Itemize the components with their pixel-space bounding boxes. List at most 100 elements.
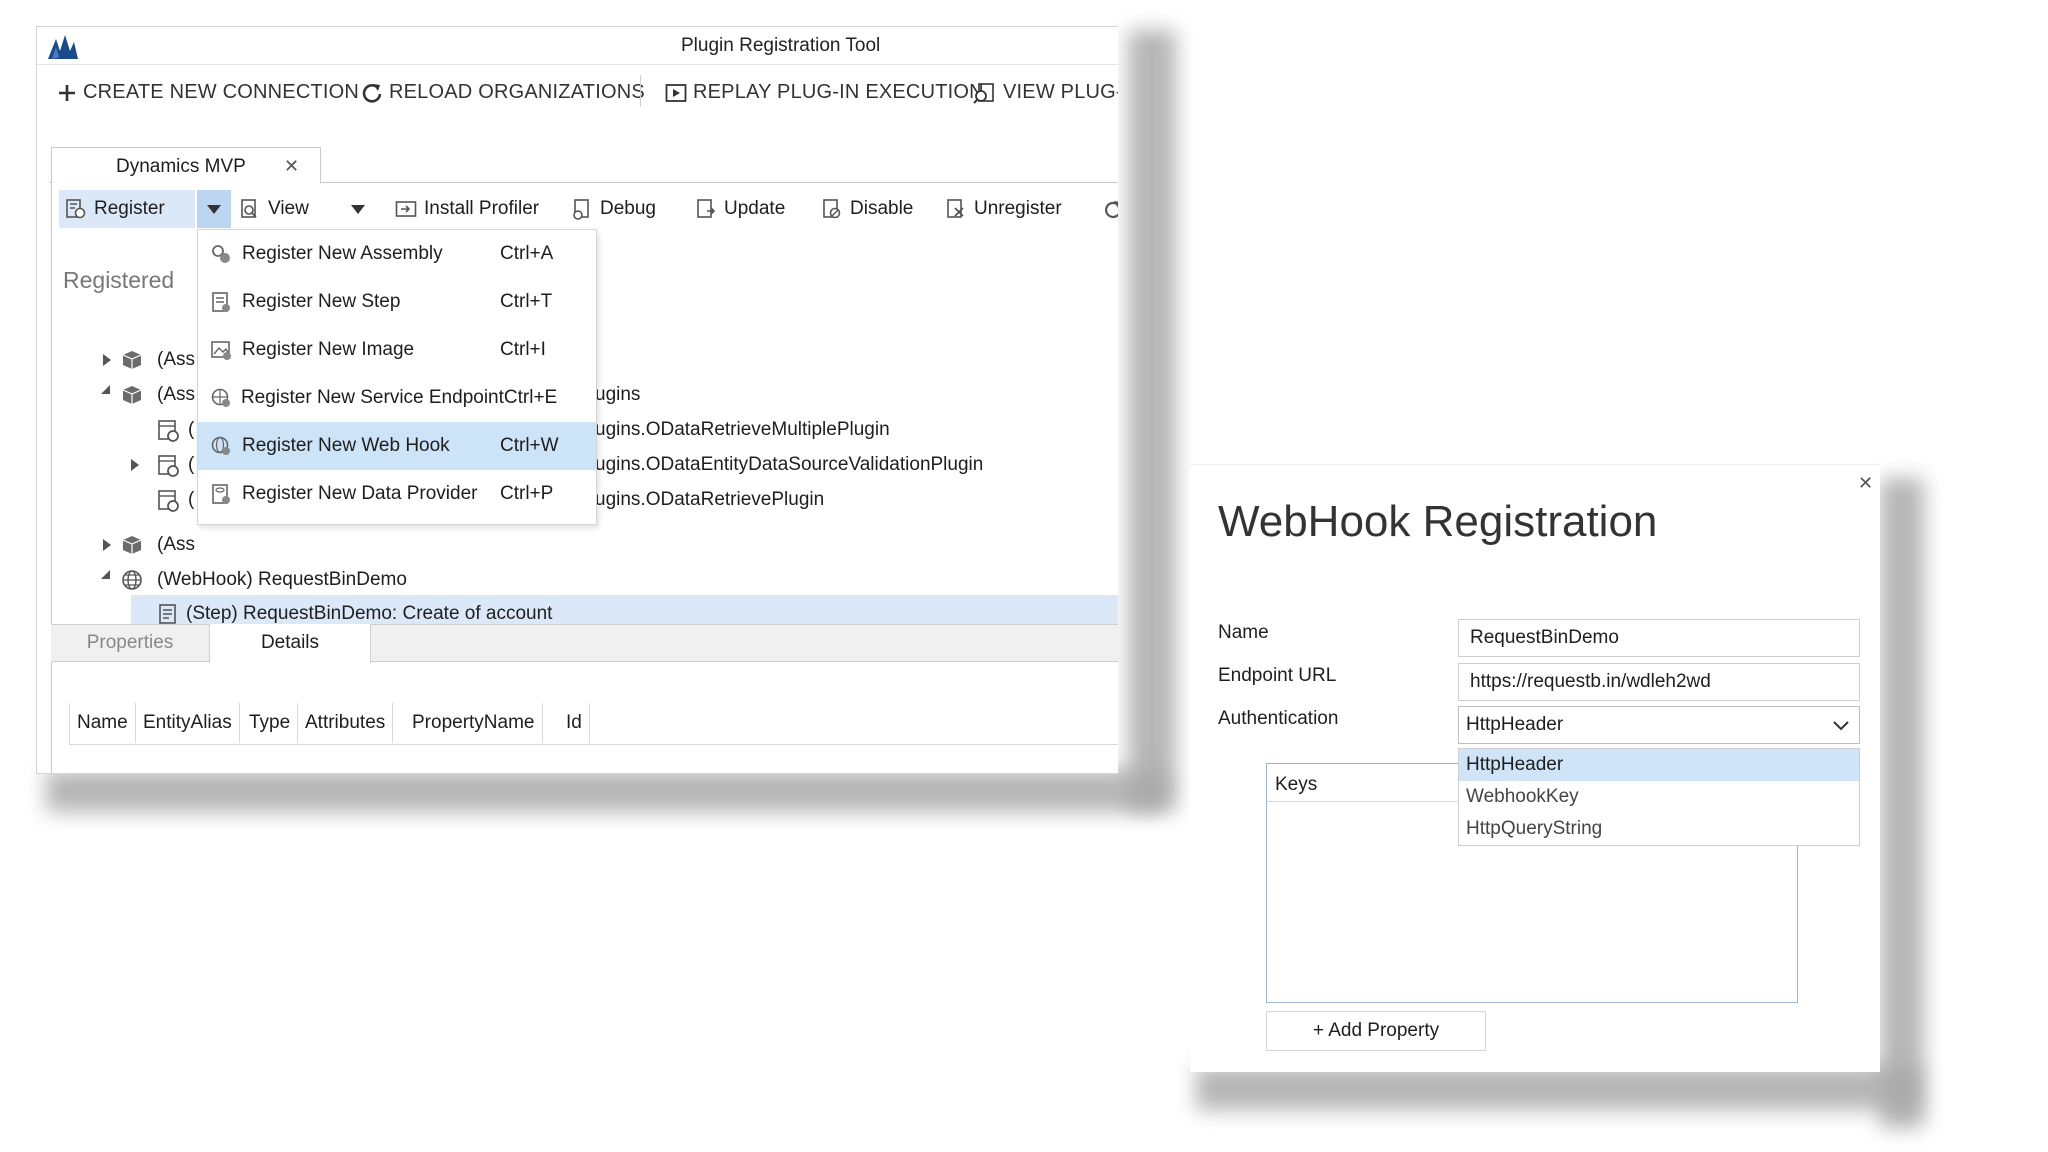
title-bar: Plugin Registration Tool (37, 27, 1118, 65)
step-icon (210, 291, 236, 313)
plugin-type-icon (157, 419, 181, 443)
tree-row-plugin-3-prefix[interactable]: ( (188, 489, 194, 511)
menu-register-new-step[interactable]: Register New Step Ctrl+T (198, 278, 596, 326)
install-profiler-button[interactable]: Install Profiler (395, 198, 539, 220)
authentication-label: Authentication (1218, 708, 1339, 729)
auth-option-webhookkey[interactable]: WebhookKey (1459, 781, 1859, 813)
collapse-arrow-icon[interactable] (101, 385, 110, 394)
add-property-button[interactable]: + Add Property (1266, 1011, 1486, 1051)
data-provider-icon (210, 483, 236, 505)
unregister-icon (945, 198, 967, 220)
window-title: Plugin Registration Tool (681, 35, 881, 56)
register-icon (65, 198, 87, 220)
dynamics-logo-icon (47, 33, 79, 61)
plugin-type-icon (157, 489, 181, 513)
view-dropdown-chevron-icon[interactable] (351, 205, 365, 214)
dialog-close-icon[interactable]: ✕ (1858, 473, 1873, 494)
update-icon (695, 198, 717, 220)
view-profile-icon (973, 82, 997, 104)
sub-toolbar: Register View Install Profiler Debug Upd… (51, 187, 1118, 231)
tree-row-plugin-2-prefix[interactable]: ( (188, 454, 194, 476)
tree-row-assembly-2-suffix: ugins (595, 384, 641, 405)
plus-icon (57, 83, 77, 103)
org-tab-label: Dynamics MVP (116, 156, 246, 177)
chevron-down-icon (1833, 721, 1849, 731)
install-profiler-icon (395, 199, 417, 219)
menu-register-new-web-hook[interactable]: Register New Web Hook Ctrl+W (198, 422, 596, 470)
step-icon (157, 603, 179, 625)
tree-row-plugin-1-prefix[interactable]: ( (188, 419, 194, 441)
service-endpoint-icon (210, 387, 235, 409)
column-header[interactable]: PropertyName (405, 703, 543, 743)
menu-register-new-data-provider[interactable]: Register New Data Provider Ctrl+P (198, 470, 596, 518)
refresh-tree-icon[interactable] (1103, 200, 1118, 220)
menu-register-new-assembly[interactable]: Register New Assembly Ctrl+A (198, 230, 596, 278)
expand-arrow-icon[interactable] (131, 459, 139, 471)
column-header[interactable]: Id (559, 703, 590, 743)
auth-option-httpheader[interactable]: HttpHeader (1459, 749, 1859, 781)
refresh-icon (361, 82, 383, 104)
unregister-button[interactable]: Unregister (945, 198, 1062, 220)
disable-button[interactable]: Disable (821, 198, 913, 220)
disable-icon (821, 198, 843, 220)
register-dropdown-toggle[interactable] (197, 190, 231, 228)
assembly-icon (210, 243, 236, 265)
expand-arrow-icon[interactable] (103, 354, 111, 366)
view-plugin-profile-button[interactable]: VIEW PLUG-I (973, 81, 1118, 104)
authentication-dropdown-list: HttpHeader WebhookKey HttpQueryString (1458, 748, 1860, 846)
webhook-registration-dialog: ✕ WebHook Registration Name RequestBinDe… (1190, 464, 1880, 1072)
main-toolbar: CREATE NEW CONNECTION RELOAD ORGANIZATIO… (37, 65, 1118, 121)
tree-row-webhook[interactable]: (WebHook) RequestBinDemo (157, 569, 407, 591)
view-icon (239, 198, 261, 220)
replay-plugin-execution-button[interactable]: REPLAY PLUG-IN EXECUTION (665, 81, 984, 104)
tree-row-step-label: (Step) RequestBinDemo: Create of account (186, 603, 553, 624)
details-grid-header: Name EntityAlias Type Attributes Propert… (69, 703, 1118, 745)
tree-row-plugin-3-suffix: ugins.ODataRetrievePlugin (595, 489, 825, 510)
image-icon (210, 339, 236, 361)
expand-arrow-icon[interactable] (103, 539, 111, 551)
tree-row-assembly-1[interactable]: (Ass (157, 349, 195, 371)
assembly-icon (121, 534, 143, 556)
name-label: Name (1218, 622, 1269, 643)
org-tab[interactable]: Dynamics MVP ✕ (51, 147, 321, 184)
dialog-title: WebHook Registration (1218, 497, 1658, 546)
plugin-type-icon (157, 454, 181, 478)
authentication-select[interactable]: HttpHeader (1458, 706, 1860, 744)
register-button-label-group: Register (65, 198, 165, 220)
assembly-icon (121, 349, 143, 371)
column-header[interactable]: Type (242, 703, 299, 743)
keys-column-header[interactable]: Keys (1275, 774, 1317, 796)
collapse-arrow-icon[interactable] (101, 570, 110, 579)
update-button[interactable]: Update (695, 198, 785, 220)
view-button[interactable]: View (239, 198, 309, 220)
endpoint-url-field[interactable]: https://requestb.in/wdleh2wd (1458, 663, 1860, 701)
register-dropdown-menu: Register New Assembly Ctrl+A Register Ne… (197, 229, 597, 525)
column-header[interactable]: Name (70, 703, 136, 743)
plugin-registration-window: Plugin Registration Tool CREATE NEW CONN… (36, 26, 1118, 774)
debug-button[interactable]: Debug (571, 198, 656, 220)
toolbar-divider (640, 75, 641, 107)
create-new-connection-button[interactable]: CREATE NEW CONNECTION (57, 81, 359, 104)
chevron-down-icon (207, 205, 221, 214)
assembly-icon (121, 384, 143, 406)
reload-organizations-button[interactable]: RELOAD ORGANIZATIONS (361, 81, 645, 104)
tree-row-assembly-2[interactable]: (Ass (157, 384, 195, 406)
tree-row-assembly-3[interactable]: (Ass (157, 534, 195, 556)
web-hook-icon (210, 435, 236, 457)
org-tab-close-icon[interactable]: ✕ (284, 156, 299, 177)
globe-icon (121, 569, 143, 591)
menu-register-new-image[interactable]: Register New Image Ctrl+I (198, 326, 596, 374)
endpoint-url-label: Endpoint URL (1218, 665, 1337, 686)
tree-row-plugin-2-suffix: ugins.ODataEntityDataSourceValidationPlu… (595, 454, 984, 475)
name-field[interactable]: RequestBinDemo (1458, 619, 1860, 657)
column-header[interactable]: Attributes (298, 703, 394, 743)
tree-row-plugin-1-suffix: ugins.ODataRetrieveMultiplePlugin (595, 419, 890, 440)
registered-heading: Registered (63, 267, 175, 293)
column-header[interactable]: EntityAlias (136, 703, 240, 743)
auth-option-httpquerystring[interactable]: HttpQueryString (1459, 813, 1859, 845)
register-label: Register (94, 198, 165, 219)
tab-properties[interactable]: Properties (51, 624, 209, 662)
menu-register-new-service-endpoint[interactable]: Register New Service Endpoint Ctrl+E (198, 374, 596, 422)
debug-icon (571, 198, 593, 220)
tab-details[interactable]: Details (209, 624, 371, 663)
